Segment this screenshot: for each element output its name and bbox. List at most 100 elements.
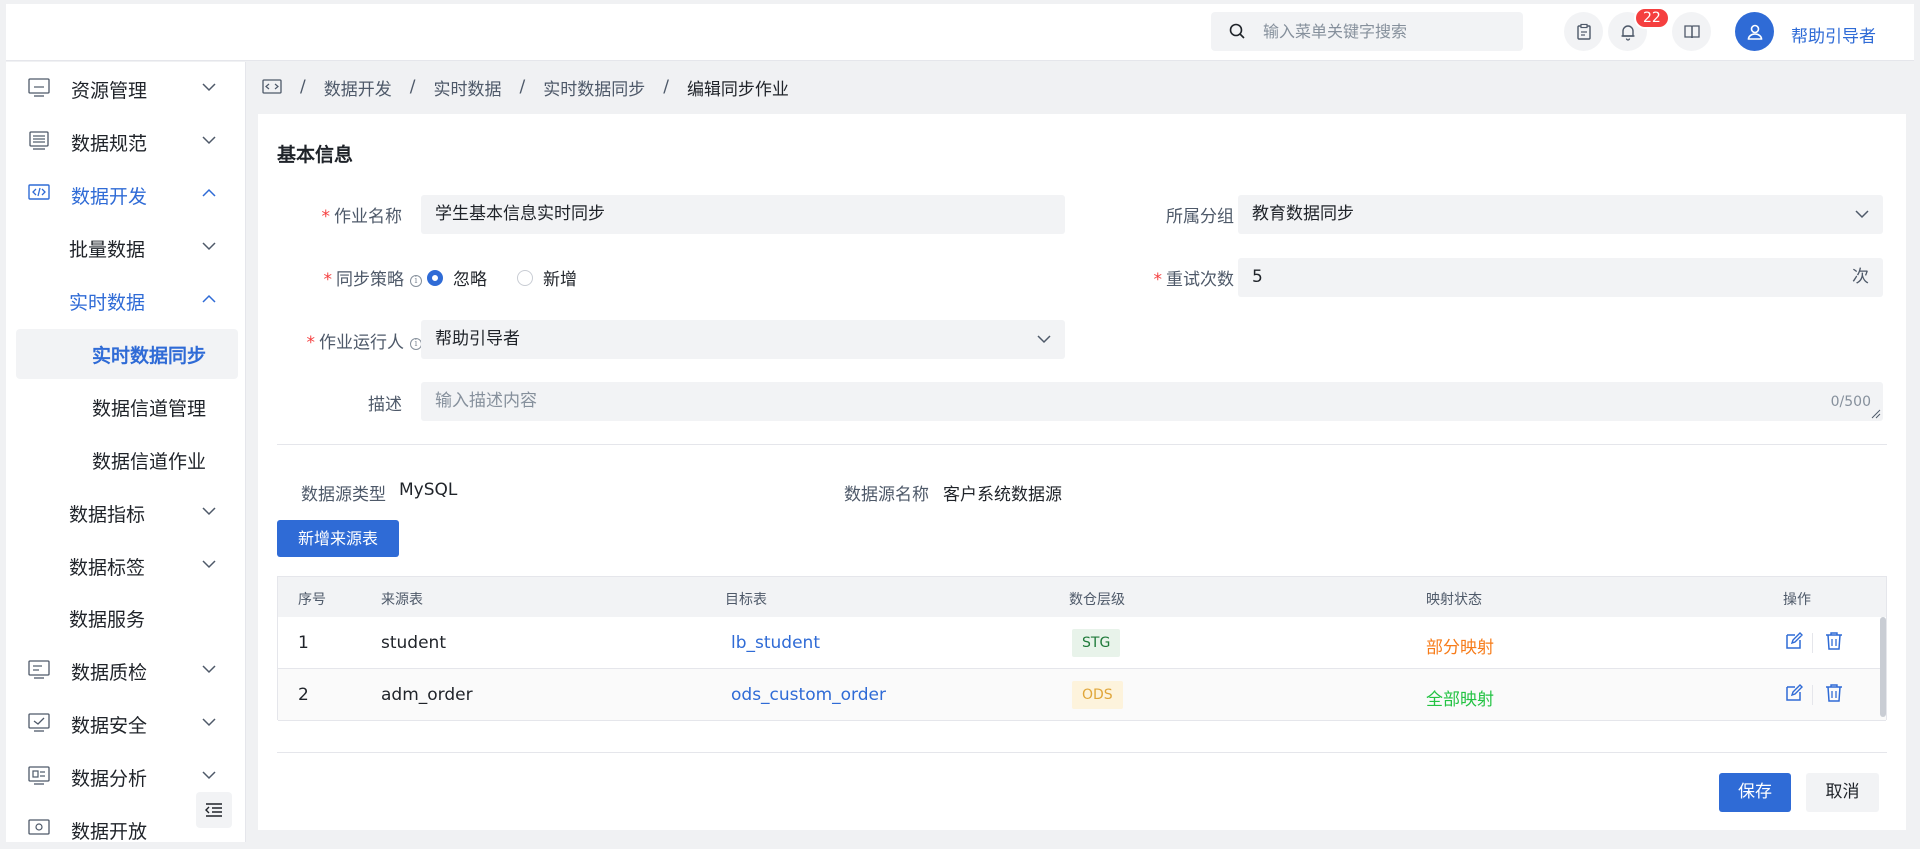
mapping-table: 序号 来源表 目标表 数仓层级 映射状态 操作 1 student lb_stu… — [277, 576, 1887, 721]
sidebar-item-label: 数据信道管理 — [92, 397, 207, 420]
target-table-link[interactable]: lb_student — [731, 633, 820, 653]
user-icon — [1747, 24, 1762, 40]
mapping-status[interactable]: 部分映射 — [1426, 633, 1494, 658]
edit-icon[interactable] — [1784, 683, 1804, 703]
book-icon — [1683, 24, 1700, 38]
chevron-down-icon — [202, 665, 216, 674]
breadcrumb-separator: / — [663, 77, 669, 97]
sidebar-item-label: 数据开发 — [71, 185, 148, 208]
column-header: 操作 — [1783, 592, 1811, 608]
action-divider — [1812, 685, 1813, 705]
edit-job-form: 基本信息 * 作业名称 学生基本信息实时同步 所属分组 教育数据同步 * 同步策略 i… — [258, 114, 1906, 830]
description-textarea[interactable]: 输入描述内容 0/500 — [421, 382, 1883, 421]
sidebar-item-service[interactable]: 数据服务 — [6, 593, 245, 643]
column-header: 映射状态 — [1426, 592, 1482, 608]
column-header: 目标表 — [725, 592, 767, 608]
sidebar-item-quality[interactable]: 数据质检 — [6, 646, 245, 696]
sync-strategy-label: * 同步策略 i — [278, 265, 422, 290]
retry-count-input[interactable]: 5 次 — [1238, 258, 1883, 297]
job-name-input[interactable]: 学生基本信息实时同步 — [421, 195, 1065, 234]
radio-dot — [517, 269, 533, 286]
chevron-down-icon — [202, 136, 216, 145]
sidebar-collapse-button[interactable] — [196, 792, 232, 828]
menu-search[interactable] — [1211, 12, 1523, 51]
breadcrumb-item[interactable]: 实时数据同步 — [543, 75, 645, 100]
clipboard-button[interactable] — [1564, 12, 1603, 51]
sidebar-item-label: 数据指标 — [69, 503, 146, 526]
delete-icon[interactable] — [1824, 683, 1844, 703]
avatar[interactable] — [1735, 12, 1774, 51]
username[interactable]: 帮助引导者 — [1791, 22, 1876, 47]
sidebar-item-resource[interactable]: 资源管理 — [6, 64, 245, 114]
chevron-down-icon — [1855, 210, 1869, 219]
sidebar-item-realtime-sync[interactable]: 实时数据同步 — [16, 329, 238, 379]
action-divider — [1812, 633, 1813, 653]
sidebar-item-metrics[interactable]: 数据指标 — [6, 488, 245, 538]
datasource-name-label: 数据源名称 — [844, 485, 929, 505]
group-label: 所属分组 — [1166, 207, 1234, 227]
sidebar-item-security[interactable]: 数据安全 — [6, 699, 245, 749]
table-scrollbar[interactable] — [1880, 617, 1886, 717]
chevron-up-icon — [202, 294, 216, 303]
sidebar-item-development[interactable]: 数据开发 — [6, 170, 245, 220]
sidebar-item-standards[interactable]: 数据规范 — [6, 117, 245, 167]
breadcrumb-item[interactable]: 实时数据 — [433, 75, 501, 100]
cancel-button[interactable]: 取消 — [1806, 773, 1879, 812]
chevron-down-icon — [202, 771, 216, 780]
runner-label: * 作业运行人 i — [268, 328, 422, 353]
sidebar-item-label: 数据信道作业 — [92, 450, 207, 473]
layer-tag: ODS — [1072, 681, 1123, 709]
breadcrumb-separator: / — [300, 77, 306, 97]
radio-dot — [427, 269, 443, 286]
search-input[interactable] — [1263, 12, 1513, 51]
clipboard-icon — [1576, 23, 1591, 40]
sidebar: 资源管理 数据规范 数据开发 批量数据 实时数据 实时数据同步 数据信道管理 数… — [6, 62, 246, 842]
edit-icon[interactable] — [1784, 631, 1804, 651]
sidebar-item-channel-manage[interactable]: 数据信道管理 — [6, 382, 245, 432]
group-select[interactable]: 教育数据同步 — [1238, 195, 1883, 234]
inspection-icon — [28, 660, 50, 679]
code-icon — [28, 184, 50, 200]
top-header: 22 帮助引导者 — [6, 4, 1914, 61]
datasource-type-value: MySQL — [399, 480, 458, 500]
chevron-down-icon — [202, 83, 216, 92]
table-row: 2 adm_order ods_custom_order ODS 全部映射 — [278, 669, 1886, 721]
delete-icon[interactable] — [1824, 631, 1844, 651]
shield-check-icon — [28, 713, 50, 732]
sidebar-item-label: 数据开放 — [71, 820, 148, 843]
runner-select[interactable]: 帮助引导者 — [421, 320, 1065, 359]
resize-handle-icon[interactable] — [1871, 409, 1881, 419]
sidebar-item-tags[interactable]: 数据标签 — [6, 541, 245, 591]
description-label: 描述 — [368, 395, 402, 415]
target-table-link[interactable]: ods_custom_order — [731, 685, 886, 705]
strategy-radio-add[interactable]: 新增 — [517, 265, 577, 290]
strategy-radio-ignore[interactable]: 忽略 — [427, 265, 487, 290]
chevron-down-icon — [202, 560, 216, 569]
datasource-type-label: 数据源类型 — [301, 485, 386, 505]
sidebar-item-label: 实时数据 — [69, 291, 146, 314]
notification-badge: 22 — [1634, 7, 1670, 29]
database-icon — [29, 131, 49, 150]
column-header: 序号 — [298, 592, 326, 608]
sidebar-item-label: 实时数据同步 — [92, 344, 207, 367]
chevron-down-icon — [1037, 335, 1051, 344]
job-name-label: * 作业名称 — [321, 207, 403, 227]
sidebar-item-realtime[interactable]: 实时数据 — [6, 276, 245, 326]
chevron-up-icon — [202, 188, 216, 197]
column-header: 数仓层级 — [1069, 592, 1125, 608]
search-icon — [1229, 23, 1245, 39]
mapping-status[interactable]: 全部映射 — [1426, 685, 1494, 710]
breadcrumb-item[interactable]: 数据开发 — [324, 75, 392, 100]
retry-unit: 次 — [1852, 267, 1869, 287]
source-table: adm_order — [381, 685, 473, 705]
add-source-table-button[interactable]: 新增来源表 — [277, 520, 399, 557]
sidebar-item-batch[interactable]: 批量数据 — [6, 223, 245, 273]
info-icon[interactable]: i — [410, 275, 422, 287]
help-docs-button[interactable] — [1672, 12, 1711, 51]
save-button[interactable]: 保存 — [1719, 773, 1791, 812]
collapse-menu-icon — [205, 803, 222, 817]
sidebar-item-label: 资源管理 — [71, 79, 148, 102]
sidebar-item-channel-job[interactable]: 数据信道作业 — [6, 435, 245, 485]
divider — [277, 752, 1887, 753]
table-row: 1 student lb_student STG 部分映射 — [278, 617, 1886, 669]
